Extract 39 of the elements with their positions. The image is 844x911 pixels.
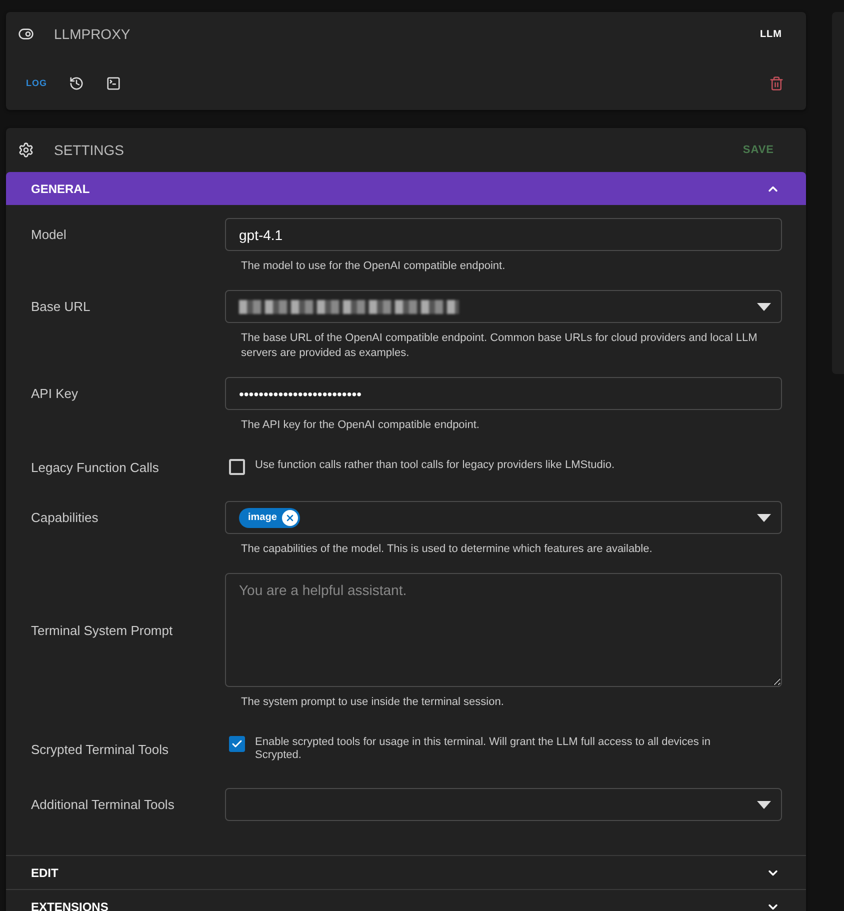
field-label: Capabilities bbox=[31, 510, 100, 525]
chip-remove-button[interactable] bbox=[282, 510, 298, 526]
prompt-textarea[interactable]: You are a helpful assistant. bbox=[225, 573, 782, 687]
field-label: Base URL bbox=[31, 299, 92, 314]
plugin-title: LLMPROXY bbox=[54, 26, 132, 42]
plugin-type-label: LLM bbox=[760, 28, 782, 40]
checkbox-description: Enable scrypted tools for usage in this terminal. Will grant the LLM full access to all devices in Scrypted. bbox=[255, 736, 712, 762]
section-header[interactable]: GENERAL bbox=[6, 172, 806, 205]
field-help-text: The API key for the OpenAI compatible endpoint. bbox=[240, 418, 480, 433]
settings-icon bbox=[18, 142, 34, 158]
field-label: Terminal System Prompt bbox=[31, 622, 174, 638]
field-help-text: The model to use for the OpenAI compatible endpoint. bbox=[240, 259, 506, 274]
toggle-icon bbox=[18, 26, 34, 42]
checkbox[interactable] bbox=[229, 736, 245, 752]
dropdown-caret-icon[interactable] bbox=[757, 514, 771, 522]
dropdown-caret-icon[interactable] bbox=[757, 302, 771, 310]
select-field[interactable] bbox=[225, 788, 782, 821]
checkbox[interactable] bbox=[229, 459, 245, 475]
log-tab[interactable]: LOG bbox=[20, 72, 53, 94]
field-label: Additional Terminal Tools bbox=[31, 797, 176, 812]
capability-chip: image bbox=[239, 508, 300, 528]
field-label: Legacy Function Calls bbox=[31, 460, 160, 474]
field-label: API Key bbox=[31, 386, 79, 401]
close-icon bbox=[284, 512, 295, 522]
field-help-text: The system prompt to use inside the terminal session. bbox=[240, 695, 505, 710]
section-header[interactable]: EXTENSIONS bbox=[6, 889, 806, 911]
field-label: Scrypted Terminal Tools bbox=[31, 742, 170, 756]
text-input-field[interactable]: gpt-4.1 bbox=[225, 218, 782, 251]
multi-select-field[interactable]: image bbox=[225, 501, 782, 534]
select-field[interactable] bbox=[225, 290, 782, 323]
checkmark-icon bbox=[231, 738, 243, 750]
text-input-field[interactable]: ••••••••••••••••••••••••• bbox=[225, 377, 782, 410]
field-help-text: The capabilities of the model. This is used to determine which features are available. bbox=[240, 542, 654, 557]
section-header[interactable]: EDIT bbox=[6, 855, 806, 889]
field-help-text: The base URL of the OpenAI compatible endpoint. Common base URLs for cloud providers and local LLM servers are provided as examples. bbox=[240, 331, 758, 361]
checkbox-description: Use function calls rather than tool calls for legacy providers like LMStudio. bbox=[255, 459, 615, 472]
settings-title: SETTINGS bbox=[54, 142, 126, 158]
dropdown-caret-icon[interactable] bbox=[757, 800, 771, 808]
field-label: Model bbox=[31, 227, 68, 242]
